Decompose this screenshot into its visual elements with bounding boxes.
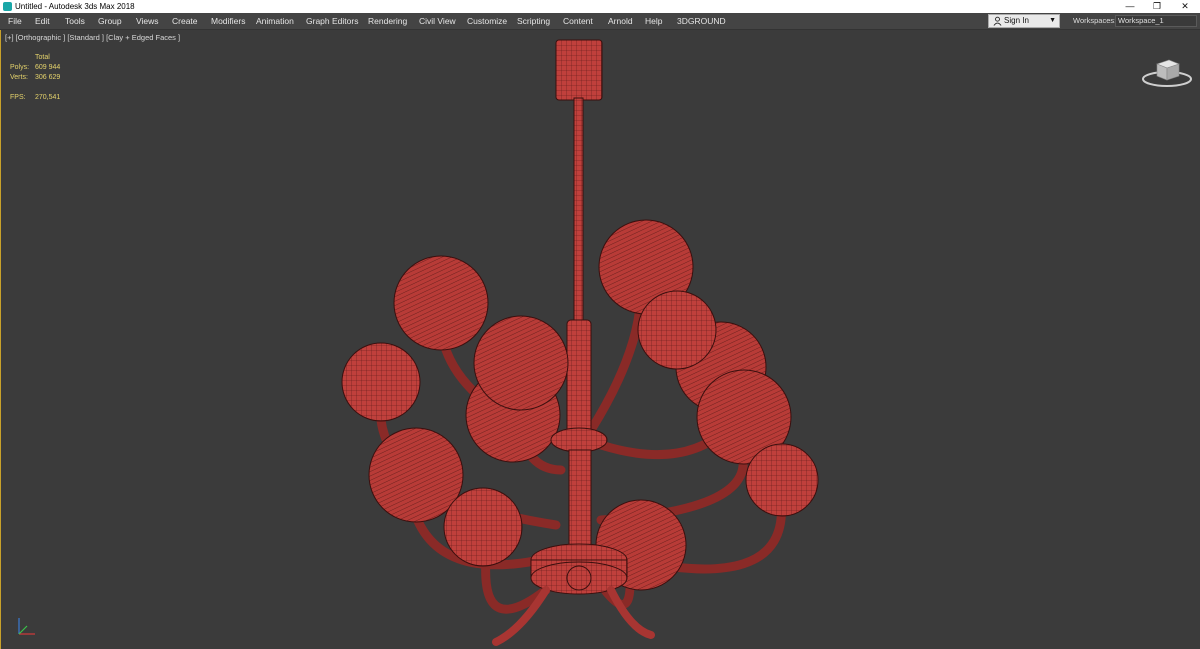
minimize-button[interactable]: —: [1117, 0, 1143, 13]
close-button[interactable]: ✕: [1172, 0, 1198, 13]
chandelier-model[interactable]: [1, 30, 1200, 649]
menu-3dground[interactable]: 3DGROUND: [677, 13, 726, 29]
stats-verts-value: 306 629: [35, 74, 61, 81]
stats-verts-label: Verts:: [10, 74, 28, 81]
menu-scripting[interactable]: Scripting: [517, 13, 550, 29]
title-bar: Untitled - Autodesk 3ds Max 2018 — ❐ ✕: [0, 0, 1200, 13]
viewcube-icon[interactable]: [1139, 54, 1195, 90]
window-title: Untitled - Autodesk 3ds Max 2018: [15, 2, 135, 11]
menu-create[interactable]: Create: [172, 13, 198, 29]
workspaces-label: Workspaces:: [1073, 16, 1117, 25]
menu-tools[interactable]: Tools: [65, 13, 85, 29]
menu-rendering[interactable]: Rendering: [368, 13, 407, 29]
3ds-max-icon: [3, 2, 12, 11]
viewport[interactable]: [+] [Orthographic ] [Standard ] [Clay + …: [0, 30, 1200, 649]
stats-fps-label: FPS:: [10, 94, 26, 101]
chevron-down-icon: ▼: [1049, 17, 1056, 24]
menu-edit[interactable]: Edit: [35, 13, 50, 29]
workspace-select[interactable]: Workspace_1: [1115, 15, 1197, 27]
menu-file[interactable]: File: [8, 13, 22, 29]
user-icon: [993, 16, 1002, 26]
sign-in-label: Sign In: [1004, 16, 1029, 25]
menu-help[interactable]: Help: [645, 13, 662, 29]
menu-civil-view[interactable]: Civil View: [419, 13, 456, 29]
menu-graph-editors[interactable]: Graph Editors: [306, 13, 358, 29]
menu-arnold[interactable]: Arnold: [608, 13, 633, 29]
stats-polys-label: Polys:: [10, 64, 30, 71]
stats-fps-value: 270,541: [35, 94, 61, 101]
menu-views[interactable]: Views: [136, 13, 159, 29]
menu-content[interactable]: Content: [563, 13, 593, 29]
restore-button[interactable]: ❐: [1144, 0, 1170, 13]
menu-bar: File Edit Tools Group Views Create Modif…: [0, 13, 1200, 30]
axis-tripod-icon: [18, 618, 35, 635]
viewport-label[interactable]: [+] [Orthographic ] [Standard ] [Clay + …: [5, 33, 180, 42]
menu-customize[interactable]: Customize: [467, 13, 507, 29]
stats-total-label: Total: [35, 54, 50, 61]
stats-polys-value: 609 944: [35, 64, 61, 71]
menu-animation[interactable]: Animation: [256, 13, 294, 29]
sign-in-dropdown[interactable]: Sign In ▼: [988, 14, 1060, 28]
menu-modifiers[interactable]: Modifiers: [211, 13, 245, 29]
menu-group[interactable]: Group: [98, 13, 122, 29]
